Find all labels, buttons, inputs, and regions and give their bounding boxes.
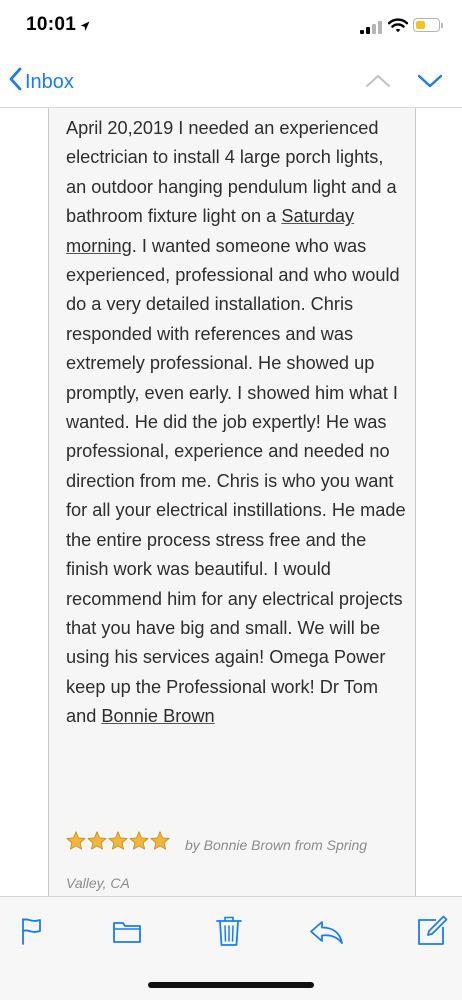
home-indicator <box>148 982 314 988</box>
folder-icon[interactable] <box>112 920 142 949</box>
review-byline: by Bonnie Brown from Spring <box>185 837 368 853</box>
message-body: April 20,2019 I needed an experienced el… <box>0 108 462 896</box>
battery-tip <box>441 23 443 28</box>
star-icon <box>66 831 86 850</box>
location-arrow-icon <box>80 19 90 37</box>
battery-icon <box>413 18 440 32</box>
star-icon <box>150 831 170 850</box>
chevron-down-icon[interactable] <box>416 71 444 96</box>
status-time: 10:01 <box>26 14 77 35</box>
back-to-inbox-button[interactable]: Inbox <box>8 66 74 98</box>
trash-icon[interactable] <box>215 915 243 952</box>
chevron-up-icon[interactable] <box>364 71 392 96</box>
reply-icon[interactable] <box>308 919 344 950</box>
signal-icon <box>360 21 382 34</box>
compose-icon[interactable] <box>416 915 448 952</box>
back-label: Inbox <box>25 70 74 93</box>
chevron-left-icon <box>8 67 25 97</box>
status-bar: 10:01 <box>0 0 462 56</box>
star-icon <box>87 831 107 850</box>
flag-icon[interactable] <box>20 917 44 950</box>
star-rating <box>66 831 170 850</box>
review-text: April 20,2019 I needed an experienced el… <box>66 114 406 732</box>
review-byline-location: Valley, CA <box>66 875 130 891</box>
star-icon <box>129 831 149 850</box>
star-icon <box>108 831 128 850</box>
nav-bar: Inbox <box>0 56 462 108</box>
review-text-part-2: . I wanted someone who was experienced, … <box>66 235 406 727</box>
wifi-icon <box>387 18 409 38</box>
bonnie-brown-link[interactable]: Bonnie Brown <box>101 706 214 726</box>
mail-screen: 10:01 Inbox April 20,2019 I needed an ex… <box>0 0 462 1000</box>
